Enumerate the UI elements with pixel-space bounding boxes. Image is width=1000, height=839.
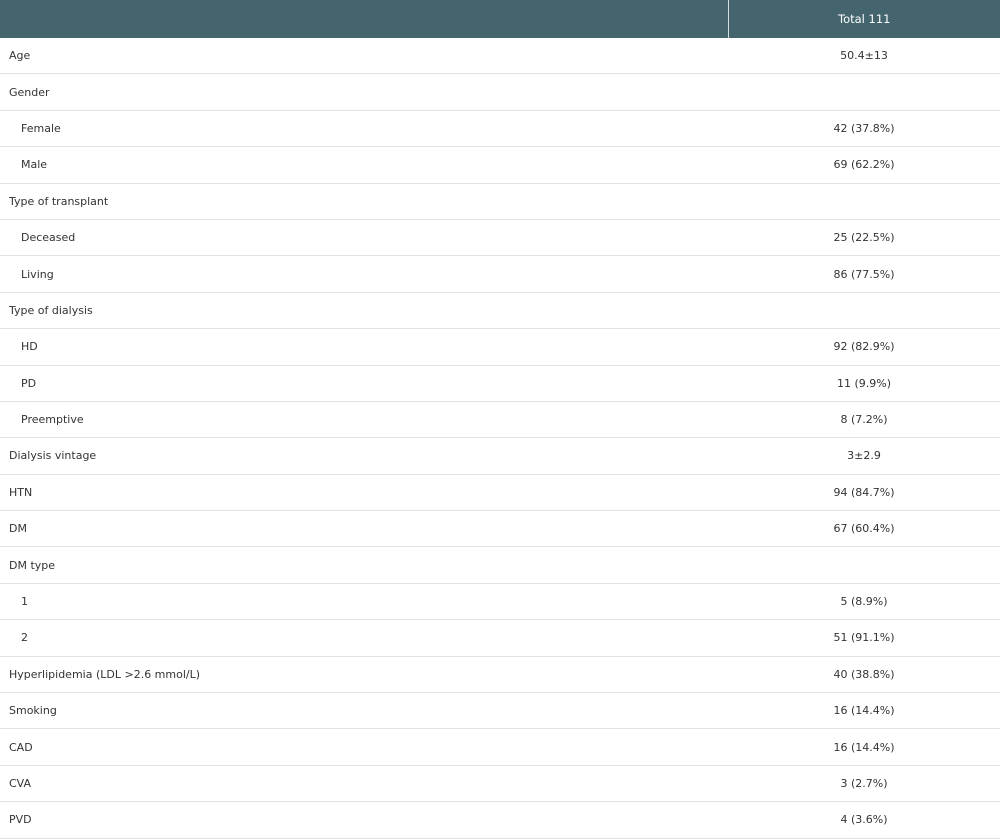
row-value: 69 (62.2%) (728, 146, 1000, 184)
header-label-cell (0, 0, 729, 38)
row-value: 40 (38.8%) (728, 656, 1000, 694)
row-label: Hyperlipidemia (LDL >2.6 mmol/L) (0, 656, 728, 694)
table-row: Male 69 (62.2%) (0, 146, 1000, 184)
table-row: Gender (0, 73, 1000, 111)
row-value: 3 (2.7%) (728, 765, 1000, 803)
row-value: 94 (84.7%) (728, 474, 1000, 512)
row-value (728, 73, 1000, 111)
row-label: Preemptive (0, 401, 728, 439)
row-label: Living (0, 255, 728, 293)
row-label: Dialysis vintage (0, 437, 728, 475)
row-label: HTN (0, 474, 728, 512)
row-label: 1 (0, 583, 728, 621)
table-row: Age 50.4±13 (0, 38, 1000, 75)
table-body: Age 50.4±13 Gender Female 42 (37.8%) Male 69 (… (0, 38, 1000, 839)
row-value: 16 (14.4%) (728, 692, 1000, 730)
table-row: Living 86 (77.5%) (0, 255, 1000, 293)
row-value: 16 (14.4%) (728, 728, 1000, 766)
row-label: PD (0, 365, 728, 402)
row-label: Female (0, 110, 728, 148)
row-value: 25 (22.5%) (728, 219, 1000, 257)
table-row: Smoking 16 (14.4%) (0, 692, 1000, 730)
header-row: Total 111 (0, 0, 1000, 38)
table-row: Dialysis vintage 3±2.9 (0, 437, 1000, 475)
header-total-cell: Total 111 (728, 0, 1000, 38)
row-value (728, 183, 1000, 220)
table-row: CVA 3 (2.7%) (0, 765, 1000, 803)
row-value: 11 (9.9%) (728, 365, 1000, 402)
row-label: CVA (0, 765, 728, 803)
row-label: Smoking (0, 692, 728, 730)
row-label: HD (0, 328, 728, 366)
row-label: DM (0, 510, 728, 548)
row-label: 2 (0, 619, 728, 657)
row-value: 67 (60.4%) (728, 510, 1000, 548)
row-value (728, 292, 1000, 330)
baseline-characteristics-table: Total 111 Age 50.4±13 Gender Female 42 (37.8… (0, 0, 1000, 839)
table-header: Total 111 (0, 0, 1000, 38)
table-row: 2 51 (91.1%) (0, 619, 1000, 657)
row-label: Type of transplant (0, 183, 728, 220)
row-value: 92 (82.9%) (728, 328, 1000, 366)
table-row: DM 67 (60.4%) (0, 510, 1000, 548)
table-row: Preemptive 8 (7.2%) (0, 401, 1000, 439)
table-row: DM type (0, 546, 1000, 584)
table-row: Female 42 (37.8%) (0, 110, 1000, 148)
table-row: HTN 94 (84.7%) (0, 474, 1000, 512)
row-value: 3±2.9 (728, 437, 1000, 475)
row-value: 86 (77.5%) (728, 255, 1000, 293)
row-label: CAD (0, 728, 728, 766)
row-value (728, 546, 1000, 584)
table-row: 15 (8.9%) (0, 583, 1000, 621)
table-row: PD 11 (9.9%) (0, 365, 1000, 402)
row-value: 4 (3.6%) (728, 801, 1000, 839)
table-row: Type of transplant (0, 183, 1000, 220)
row-value: 50.4±13 (728, 38, 1000, 75)
table-row: PVD 4 (3.6%) (0, 801, 1000, 839)
row-label: Age (0, 38, 728, 75)
table-row: HD 92 (82.9%) (0, 328, 1000, 366)
row-label: DM type (0, 546, 728, 584)
table-row: Hyperlipidemia (LDL >2.6 mmol/L) 40 (38.8… (0, 656, 1000, 694)
row-value: 5 (8.9%) (728, 583, 1000, 621)
table-row: Deceased 25 (22.5%) (0, 219, 1000, 257)
table-row: CAD 16 (14.4%) (0, 728, 1000, 766)
row-label: Gender (0, 73, 728, 111)
row-value: 51 (91.1%) (728, 619, 1000, 657)
row-label: PVD (0, 801, 728, 839)
row-label: Deceased (0, 219, 728, 257)
row-value: 42 (37.8%) (728, 110, 1000, 148)
row-label: Male (0, 146, 728, 184)
row-label: Type of dialysis (0, 292, 728, 330)
row-value: 8 (7.2%) (728, 401, 1000, 439)
table-row: Type of dialysis (0, 292, 1000, 330)
